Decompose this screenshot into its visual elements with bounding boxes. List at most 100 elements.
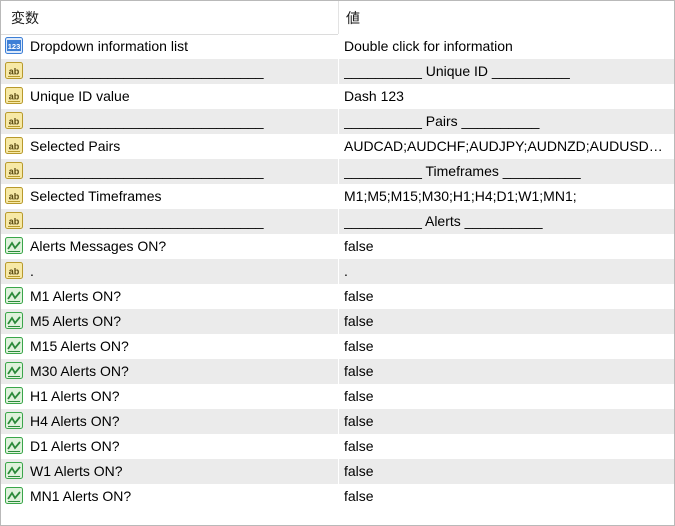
variable-name: H1 Alerts ON? bbox=[30, 388, 120, 404]
value-cell[interactable]: false bbox=[339, 409, 674, 434]
variable-name: ______________________________ bbox=[30, 213, 264, 229]
value-cell[interactable]: M1;M5;M15;M30;H1;H4;D1;W1;MN1; bbox=[339, 184, 674, 209]
inputs-table: 変数 値 123 Dropdown information list Double … bbox=[0, 0, 675, 526]
str-icon-label: ab bbox=[9, 192, 20, 202]
variable-value: false bbox=[344, 413, 374, 429]
variable-name-cell[interactable]: D1 Alerts ON? bbox=[1, 434, 338, 459]
variable-name: D1 Alerts ON? bbox=[30, 438, 120, 454]
value-cell[interactable]: false bbox=[339, 234, 674, 259]
variable-name: ______________________________ bbox=[30, 113, 264, 129]
variable-name-cell[interactable]: M15 Alerts ON? bbox=[1, 334, 338, 359]
value-cell[interactable]: false bbox=[339, 284, 674, 309]
boolean-type-icon bbox=[5, 287, 24, 305]
value-cell[interactable]: __________ Pairs __________ bbox=[339, 109, 674, 134]
variable-name: M30 Alerts ON? bbox=[30, 363, 129, 379]
variable-name-cell[interactable]: H4 Alerts ON? bbox=[1, 409, 338, 434]
boolean-type-icon bbox=[5, 362, 24, 380]
table-row[interactable]: ab ______________________________ ________… bbox=[1, 209, 674, 234]
variable-value: false bbox=[344, 238, 374, 254]
variable-name-cell[interactable]: ab ______________________________ bbox=[1, 209, 338, 234]
variable-value: AUDCAD;AUDCHF;AUDJPY;AUDNZD;AUDUSD;C... bbox=[344, 138, 664, 154]
table-row[interactable]: M1 Alerts ON? false bbox=[1, 284, 674, 309]
value-cell[interactable]: false bbox=[339, 434, 674, 459]
table-row[interactable]: ab Unique ID value Dash 123 bbox=[1, 84, 674, 109]
boolean-type-icon bbox=[5, 437, 24, 455]
string-type-icon: ab bbox=[5, 162, 24, 180]
variable-name: W1 Alerts ON? bbox=[30, 463, 123, 479]
variable-value: __________ Timeframes __________ bbox=[344, 163, 581, 179]
variable-name-cell[interactable]: H1 Alerts ON? bbox=[1, 384, 338, 409]
variable-value: M1;M5;M15;M30;H1;H4;D1;W1;MN1; bbox=[344, 188, 577, 204]
variable-value: false bbox=[344, 313, 374, 329]
variable-value: false bbox=[344, 388, 374, 404]
variable-name-cell[interactable]: M1 Alerts ON? bbox=[1, 284, 338, 309]
table-row[interactable]: Alerts Messages ON? false bbox=[1, 234, 674, 259]
variable-name: ______________________________ bbox=[30, 163, 264, 179]
variable-name-cell[interactable]: 123 Dropdown information list bbox=[1, 34, 338, 59]
variable-name-cell[interactable]: M30 Alerts ON? bbox=[1, 359, 338, 384]
variable-value: Dash 123 bbox=[344, 88, 404, 104]
column-divider[interactable] bbox=[338, 1, 339, 34]
variable-name-cell[interactable]: Alerts Messages ON? bbox=[1, 234, 338, 259]
str-icon-label: ab bbox=[9, 267, 20, 277]
variable-name-cell[interactable]: ab Unique ID value bbox=[1, 84, 338, 109]
variable-name-cell[interactable]: MN1 Alerts ON? bbox=[1, 484, 338, 509]
table-row[interactable]: D1 Alerts ON? false bbox=[1, 434, 674, 459]
variable-name: Dropdown information list bbox=[30, 38, 188, 54]
table-body: 123 Dropdown information list Double click… bbox=[1, 34, 674, 509]
string-type-icon: ab bbox=[5, 262, 24, 280]
value-cell[interactable]: __________ Timeframes __________ bbox=[339, 159, 674, 184]
str-icon-label: ab bbox=[9, 92, 20, 102]
variable-value: __________ Unique ID __________ bbox=[344, 63, 570, 79]
value-cell[interactable]: false bbox=[339, 484, 674, 509]
variable-name-cell[interactable]: ab ______________________________ bbox=[1, 159, 338, 184]
value-cell[interactable]: Dash 123 bbox=[339, 84, 674, 109]
value-cell[interactable]: __________ Alerts __________ bbox=[339, 209, 674, 234]
table-row[interactable]: H4 Alerts ON? false bbox=[1, 409, 674, 434]
value-cell[interactable]: false bbox=[339, 359, 674, 384]
table-row[interactable]: ab Selected Timeframes M1;M5;M15;M30;H1;H4… bbox=[1, 184, 674, 209]
variable-name-cell[interactable]: ab Selected Pairs bbox=[1, 134, 338, 159]
column-header-variable[interactable]: 変数 bbox=[11, 1, 39, 34]
table-row[interactable]: ab.. bbox=[1, 259, 674, 284]
variable-name-cell[interactable]: ab ______________________________ bbox=[1, 109, 338, 134]
column-header-value[interactable]: 値 bbox=[346, 1, 360, 34]
table-row[interactable]: M30 Alerts ON? false bbox=[1, 359, 674, 384]
value-cell[interactable]: false bbox=[339, 334, 674, 359]
table-row[interactable]: ab ______________________________ ________… bbox=[1, 59, 674, 84]
value-cell[interactable]: false bbox=[339, 309, 674, 334]
variable-name-cell[interactable]: M5 Alerts ON? bbox=[1, 309, 338, 334]
string-type-icon: ab bbox=[5, 187, 24, 205]
variable-value: . bbox=[344, 263, 348, 279]
value-cell[interactable]: Double click for information bbox=[339, 34, 674, 59]
str-icon-label: ab bbox=[9, 117, 20, 127]
table-row[interactable]: ab Selected Pairs AUDCAD;AUDCHF;AUDJPY;AUD… bbox=[1, 134, 674, 159]
table-row[interactable]: H1 Alerts ON? false bbox=[1, 384, 674, 409]
variable-name: ______________________________ bbox=[30, 63, 264, 79]
variable-name: MN1 Alerts ON? bbox=[30, 488, 132, 504]
table-row[interactable]: ab ______________________________ ________… bbox=[1, 109, 674, 134]
boolean-type-icon bbox=[5, 487, 24, 505]
table-row[interactable]: ab ______________________________ ________… bbox=[1, 159, 674, 184]
table-row[interactable]: W1 Alerts ON? false bbox=[1, 459, 674, 484]
value-cell[interactable]: AUDCAD;AUDCHF;AUDJPY;AUDNZD;AUDUSD;C... bbox=[339, 134, 674, 159]
variable-name-cell[interactable]: W1 Alerts ON? bbox=[1, 459, 338, 484]
variable-name: Unique ID value bbox=[30, 88, 130, 104]
table-row[interactable]: M15 Alerts ON? false bbox=[1, 334, 674, 359]
value-cell[interactable]: false bbox=[339, 384, 674, 409]
value-cell[interactable]: __________ Unique ID __________ bbox=[339, 59, 674, 84]
str-icon-label: ab bbox=[9, 217, 20, 227]
value-cell[interactable]: . bbox=[339, 259, 674, 284]
value-cell[interactable]: false bbox=[339, 459, 674, 484]
variable-name-cell[interactable]: ab ______________________________ bbox=[1, 59, 338, 84]
table-row[interactable]: M5 Alerts ON? false bbox=[1, 309, 674, 334]
table-row[interactable]: MN1 Alerts ON? false bbox=[1, 484, 674, 509]
variable-value: false bbox=[344, 438, 374, 454]
integer-type-icon: 123 bbox=[5, 37, 24, 55]
str-icon-label: ab bbox=[9, 67, 20, 77]
variable-name-cell[interactable]: ab Selected Timeframes bbox=[1, 184, 338, 209]
variable-name-cell[interactable]: ab. bbox=[1, 259, 338, 284]
variable-name: Selected Pairs bbox=[30, 138, 121, 154]
table-row[interactable]: 123 Dropdown information list Double click… bbox=[1, 34, 674, 59]
boolean-type-icon bbox=[5, 412, 24, 430]
